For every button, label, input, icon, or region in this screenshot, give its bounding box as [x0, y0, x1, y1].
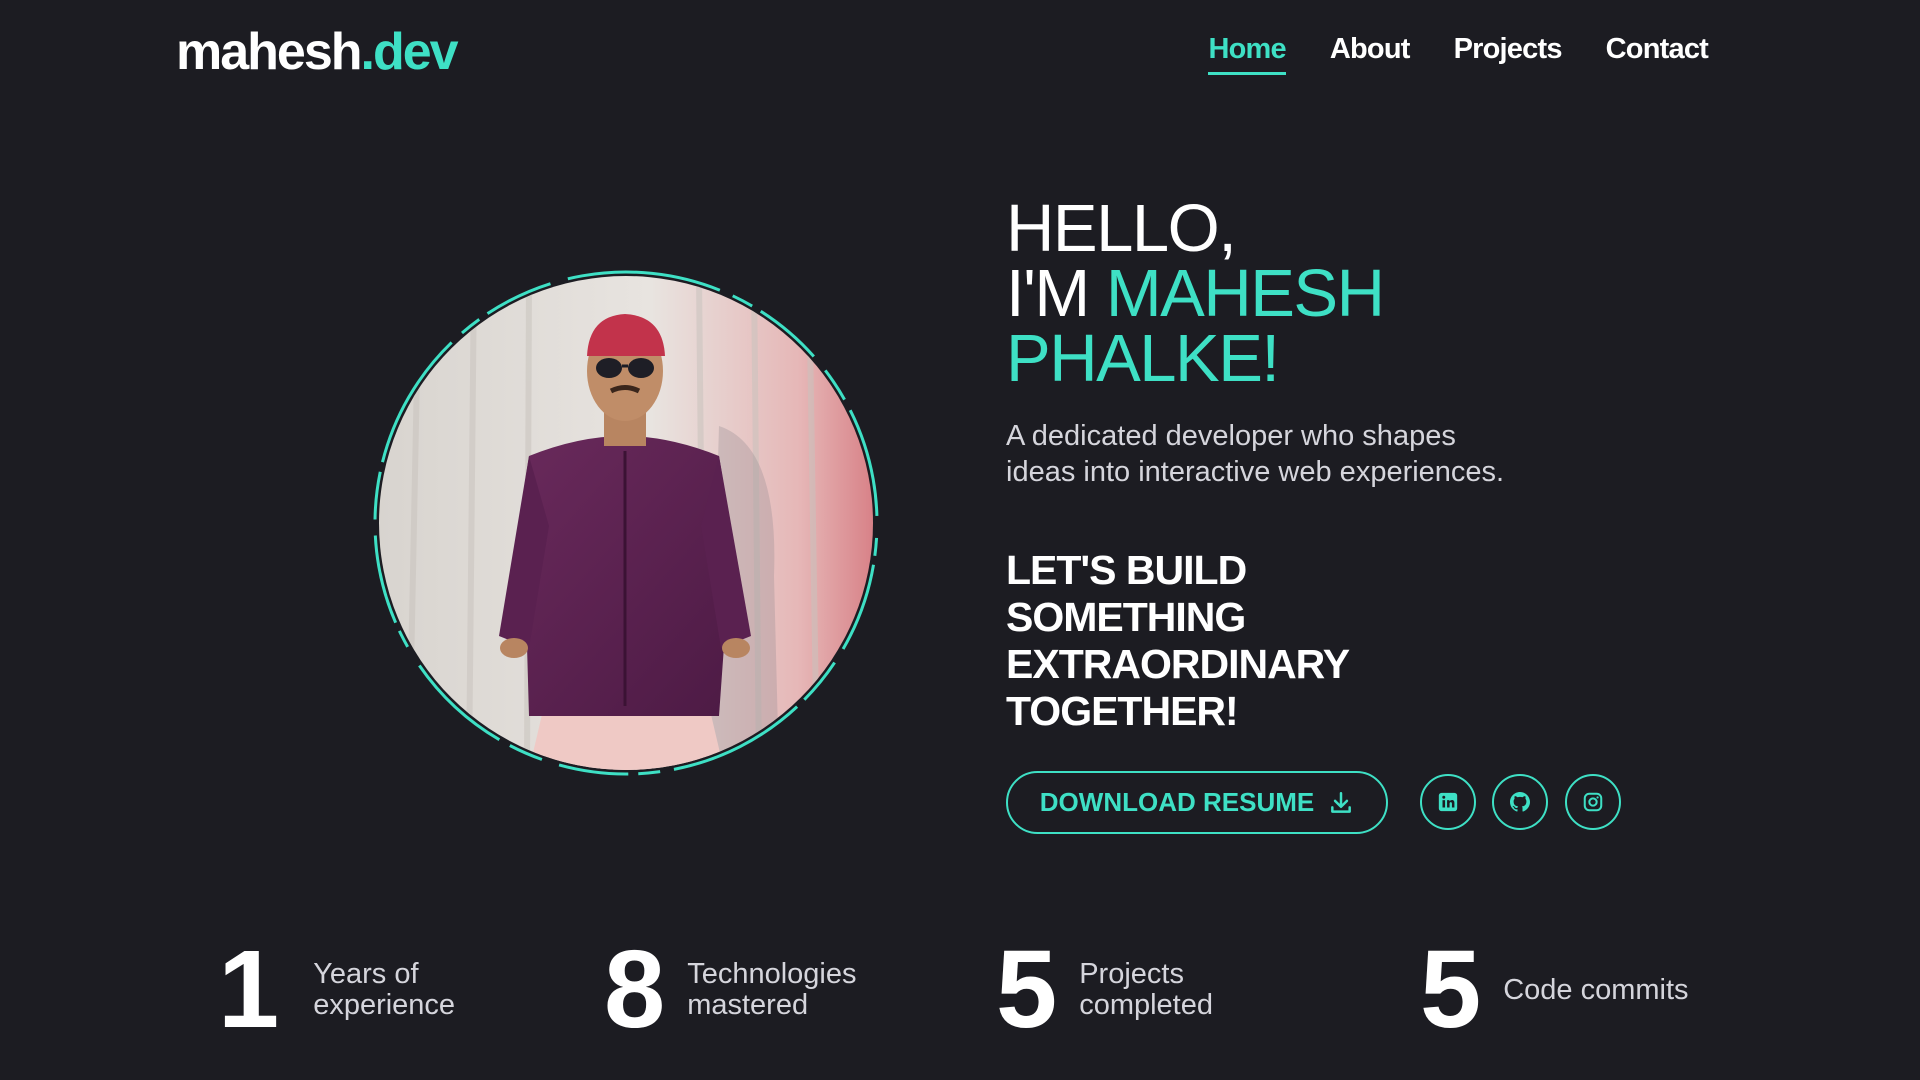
nav-contact[interactable]: Contact	[1606, 33, 1709, 75]
stat-label: Technologies mastered	[687, 958, 857, 1021]
stat-label: Projects completed	[1079, 958, 1213, 1021]
tagline-line: SOMETHING	[1006, 594, 1246, 640]
stat-commits: 5 Code commits	[1420, 928, 1693, 1051]
stat-projects: 5 Projects completed	[996, 928, 1269, 1051]
profile-photo-frame	[371, 268, 881, 778]
linkedin-icon	[1438, 792, 1458, 812]
instagram-link[interactable]	[1565, 774, 1621, 830]
nav-about[interactable]: About	[1330, 33, 1411, 75]
instagram-icon	[1583, 792, 1603, 812]
download-icon	[1331, 791, 1352, 813]
github-link[interactable]	[1492, 774, 1548, 830]
stat-number: 1	[218, 928, 280, 1051]
logo-main: mahesh	[176, 23, 363, 81]
hero-heading: HELLO, I'M MAHESH PHALKE!	[1006, 195, 1385, 392]
stat-number: 5	[996, 928, 1058, 1051]
stat-number: 8	[604, 928, 666, 1051]
github-icon	[1510, 792, 1530, 812]
nav-projects[interactable]: Projects	[1454, 33, 1563, 75]
hero-description: A dedicated developer who shapes ideas i…	[1006, 420, 1505, 488]
stat-number: 5	[1420, 928, 1482, 1051]
profile-photo	[379, 276, 873, 770]
hero-line-2-prefix: I'M	[1006, 256, 1106, 331]
tagline-line: TOGETHER!	[1006, 688, 1239, 734]
stat-experience: 1 Years of experience	[218, 928, 503, 1051]
tagline-line: EXTRAORDINARY	[1006, 641, 1350, 687]
stat-label: Code commits	[1503, 973, 1689, 1006]
hero-tagline: LET'S BUILD SOMETHING EXTRAORDINARY TOGE…	[1006, 547, 1350, 735]
nav-home[interactable]: Home	[1208, 33, 1287, 75]
logo-accent: .dev	[360, 23, 459, 81]
hero-line-1: HELLO,	[1006, 191, 1237, 266]
linkedin-link[interactable]	[1420, 774, 1476, 830]
download-resume-label: DOWNLOAD RESUME	[1039, 787, 1315, 817]
hero-last-name: PHALKE!	[1006, 321, 1280, 396]
page: mahesh.dev Home About Projects Contact H…	[0, 0, 1920, 1080]
tagline-line: LET'S BUILD	[1006, 547, 1247, 593]
stat-label: Years of experience	[313, 958, 456, 1021]
main-nav: Home About Projects Contact	[1208, 33, 1709, 75]
site-logo[interactable]: mahesh.dev	[176, 22, 459, 82]
download-resume-button[interactable]: DOWNLOAD RESUME	[1006, 771, 1388, 834]
hero-first-name: MAHESH	[1105, 256, 1385, 331]
stat-technologies: 8 Technologies mastered	[604, 928, 877, 1051]
